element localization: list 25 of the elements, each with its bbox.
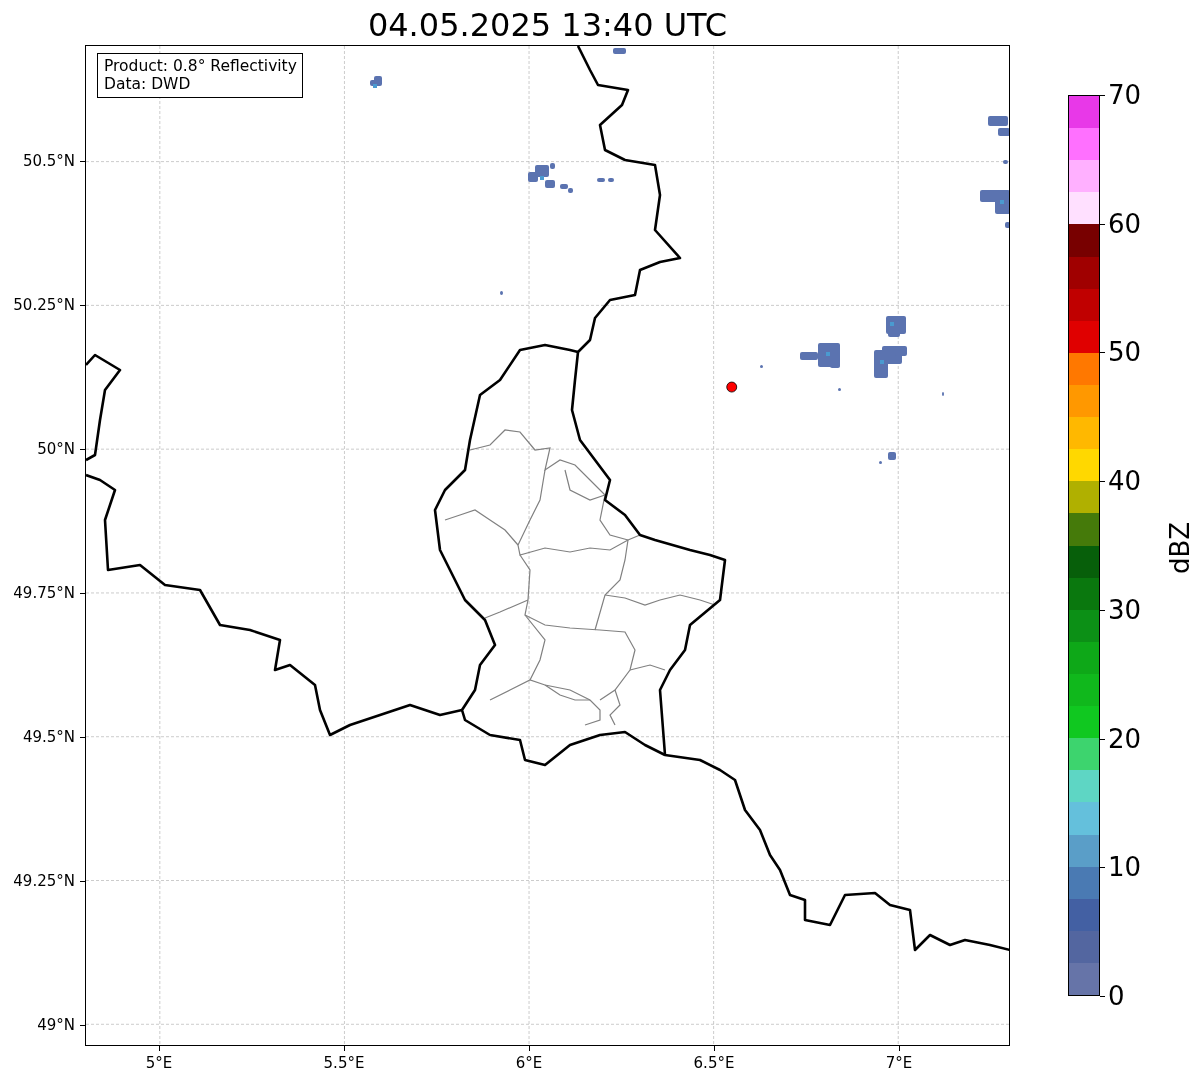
axis-tick-label: 6°E [515, 1054, 543, 1072]
colorbar-tick-label: 0 [1108, 981, 1125, 1011]
colorbar-tick-label: 30 [1108, 594, 1142, 625]
axis-tick-label: 49°N [37, 1016, 75, 1035]
axis-tick-label: 50°N [37, 439, 75, 458]
axis-tick-label: 49.25°N [13, 872, 75, 891]
axis-tick-label: 50.5°N [22, 151, 75, 170]
colorbar-tick-label: 60 [1108, 208, 1142, 239]
colorbar-label: dBZ [1165, 521, 1195, 575]
axis-tick-label: 49.5°N [22, 728, 75, 747]
axis-tick-label: 5°E [145, 1054, 173, 1072]
axis-tick-label: 6.5°E [693, 1054, 735, 1072]
colorbar-tick-label: 50 [1108, 337, 1142, 368]
info-text: Data: DWD [104, 75, 192, 93]
tick-mark [1100, 996, 1105, 997]
info-text: Product: 0.8° Reflectivity [104, 57, 297, 75]
axis-tick-label: 50.25°N [13, 295, 75, 314]
axis-tick-label: 7°E [885, 1054, 913, 1072]
colorbar-tick-label: 70 [1108, 80, 1142, 110]
chart-title: 04.05.2025 13:40 UTC [367, 5, 728, 45]
colorbar-tick-label: 10 [1108, 852, 1142, 883]
colorbar-tick-label: 20 [1108, 723, 1142, 754]
axis-tick-label: 49.75°N [13, 584, 75, 603]
axis-tick-label: 5.5°E [323, 1054, 365, 1072]
colorbar-tick-label: 40 [1108, 466, 1142, 497]
